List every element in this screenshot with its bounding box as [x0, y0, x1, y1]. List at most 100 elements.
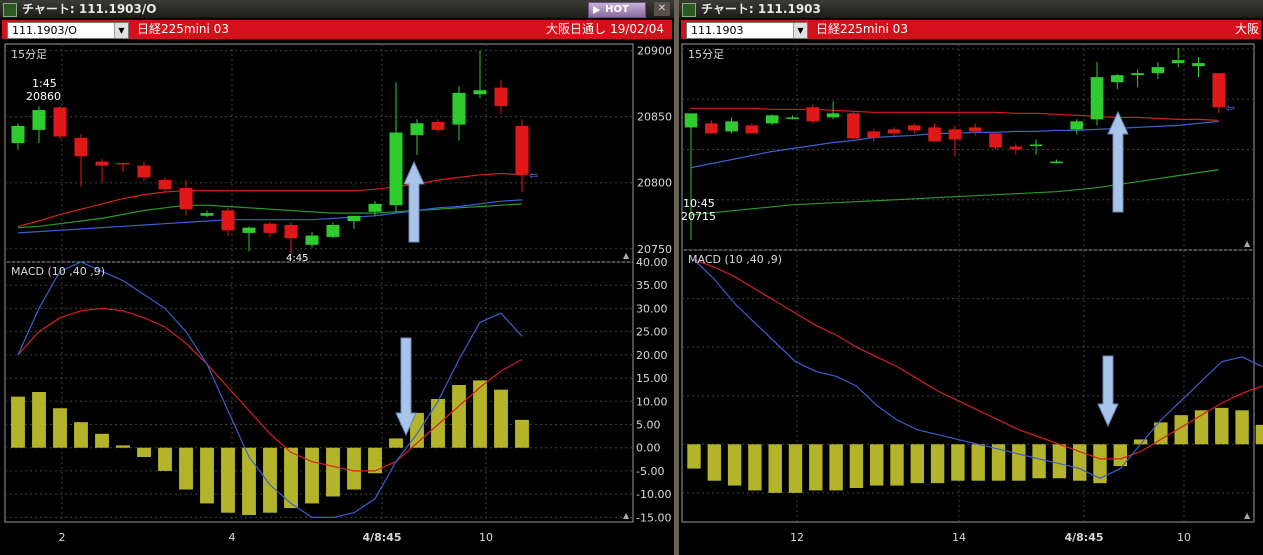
candle-body [684, 113, 698, 128]
chevron-down-icon[interactable]: ▼ [793, 23, 807, 38]
instrument-name: 日経225mini 03 [137, 22, 229, 36]
macd-tick-label: 15.00 [636, 372, 668, 385]
macd-histogram-bar [829, 444, 843, 491]
macd-histogram-bar [179, 447, 193, 490]
macd-histogram-bar [890, 444, 904, 486]
macd-histogram-bar [1215, 407, 1229, 445]
candle-body [32, 110, 46, 130]
window-title: チャート: 111.1903 [701, 2, 821, 16]
candle-body [968, 127, 982, 132]
last-price-marker-icon: ⇦ [1226, 101, 1235, 114]
window-titlebar[interactable]: チャート: 111.1903/O HOT ✕ [0, 0, 674, 18]
candle-body [1070, 121, 1083, 130]
symbol-combobox[interactable]: 111.1903 ▼ [686, 22, 808, 39]
macd-histogram-bar [326, 447, 340, 497]
window-titlebar[interactable]: チャート: 111.1903 [679, 0, 1263, 18]
x-axis-label: 14 [952, 531, 966, 544]
symbol-value: 111.1903 [691, 24, 744, 37]
candle-body [1171, 60, 1185, 64]
macd-histogram-bar [263, 447, 277, 513]
up-arrow-annotation [403, 160, 425, 243]
close-icon[interactable]: ✕ [654, 2, 670, 16]
chart-app-icon [682, 3, 696, 17]
chart-app-icon [3, 3, 17, 17]
macd-histogram-bar [221, 447, 235, 513]
candle-body [221, 210, 235, 231]
x-axis-label: 12 [790, 531, 804, 544]
macd-histogram-bar [137, 447, 151, 457]
macd-histogram-bar [971, 444, 985, 481]
symbol-combobox[interactable]: 111.1903/O ▼ [7, 22, 129, 39]
macd-legend: MACD (10 ,40 ,9) [11, 265, 105, 278]
price-pane-frame [4, 43, 634, 263]
macd-tick-label: 25.00 [636, 326, 668, 339]
macd-tick-label: -15.00 [636, 511, 671, 524]
macd-histogram-bar [1235, 410, 1249, 445]
x-axis-label: 4/8:45 [362, 531, 401, 544]
price-tick-label: 20800 [637, 177, 672, 190]
left-chart-window: チャート: 111.1903/O HOT ✕ 111.1903/O ▼ 日経22… [0, 0, 674, 555]
candle-body [765, 115, 779, 124]
macd-tick-label: 35.00 [636, 279, 668, 292]
macd-histogram-bar [515, 419, 529, 448]
candle-body [1151, 67, 1165, 74]
x-axis-label: 10 [479, 531, 493, 544]
candle-body [908, 125, 921, 131]
macd-histogram-bar [347, 447, 361, 490]
right-chart-canvas[interactable]: ⇦ 15分足 MACD (10 ,40 ,9) 12 14 4/8:45 10 ▲ ▲ 10:45… [679, 40, 1263, 555]
macd-histogram-bar [32, 392, 46, 448]
candle-body [494, 87, 508, 107]
candle-body [1009, 146, 1023, 150]
macd-legend: MACD (10 ,40 ,9) [688, 253, 782, 266]
window-title: チャート: 111.1903/O [22, 2, 157, 16]
session-label: 大阪 [1234, 22, 1259, 36]
candle-body [1131, 73, 1144, 76]
price-tick-label: 20750 [637, 243, 672, 256]
macd-histogram-bar [849, 444, 864, 488]
x-axis-label: 4 [229, 531, 236, 544]
candle-body [515, 125, 529, 175]
candle-body [1192, 63, 1205, 67]
macd-pane-frame [681, 249, 1255, 523]
period-label: 15分足 [688, 48, 724, 61]
candle-body [745, 125, 759, 134]
candle-body [1090, 77, 1104, 120]
up-arrow-annotation [1107, 110, 1129, 213]
macd-histogram-bar [727, 444, 742, 486]
price-annotation-value: 20860 [26, 90, 61, 103]
last-price-marker-icon: ⇦ [529, 169, 538, 182]
candle-body [347, 215, 361, 222]
candle-body [53, 107, 67, 137]
price-annotation-time: 10:45 [683, 197, 715, 210]
symbol-bar: 111.1903 ▼ 日経225mini 03 大阪 [681, 20, 1261, 39]
symbol-bar: 111.1903/O ▼ 日経225mini 03 大阪日通し 19/02/04 [2, 20, 672, 39]
scroll-up-icon: ▲ [1244, 239, 1251, 248]
candle-body [867, 131, 880, 138]
macd-tick-label: 10.00 [636, 395, 668, 408]
x-axis-label: 4/8:45 [1064, 531, 1103, 544]
macd-histogram-bar [1093, 444, 1107, 484]
right-chart-window: チャート: 111.1903 111.1903 ▼ 日経225mini 03 大… [679, 0, 1263, 555]
candle-body [473, 90, 487, 95]
candle-body [887, 129, 901, 134]
candle-body [847, 113, 860, 139]
macd-histogram-bar [53, 408, 67, 448]
x-axis-label: 2 [59, 531, 66, 544]
hot-button[interactable]: HOT [588, 2, 646, 18]
candle-body [326, 225, 340, 237]
candle-body [74, 137, 88, 157]
macd-histogram-bar [11, 396, 25, 448]
macd-histogram-bar [870, 444, 884, 486]
macd-histogram-bar [1255, 424, 1263, 445]
macd-tick-label: 5.00 [636, 419, 661, 432]
chevron-down-icon[interactable]: ▼ [114, 23, 128, 38]
macd-histogram-bar [910, 444, 924, 484]
candle-body [431, 121, 445, 130]
macd-histogram-bar [1012, 444, 1026, 481]
macd-histogram-bar [473, 380, 487, 448]
macd-histogram-bar [200, 447, 214, 504]
macd-histogram-bar [368, 447, 382, 474]
candle-body [928, 127, 941, 142]
left-chart-canvas[interactable]: 20900208502080020750⇦40.0035.0030.0025.0… [0, 40, 674, 555]
candle-body [158, 180, 172, 190]
